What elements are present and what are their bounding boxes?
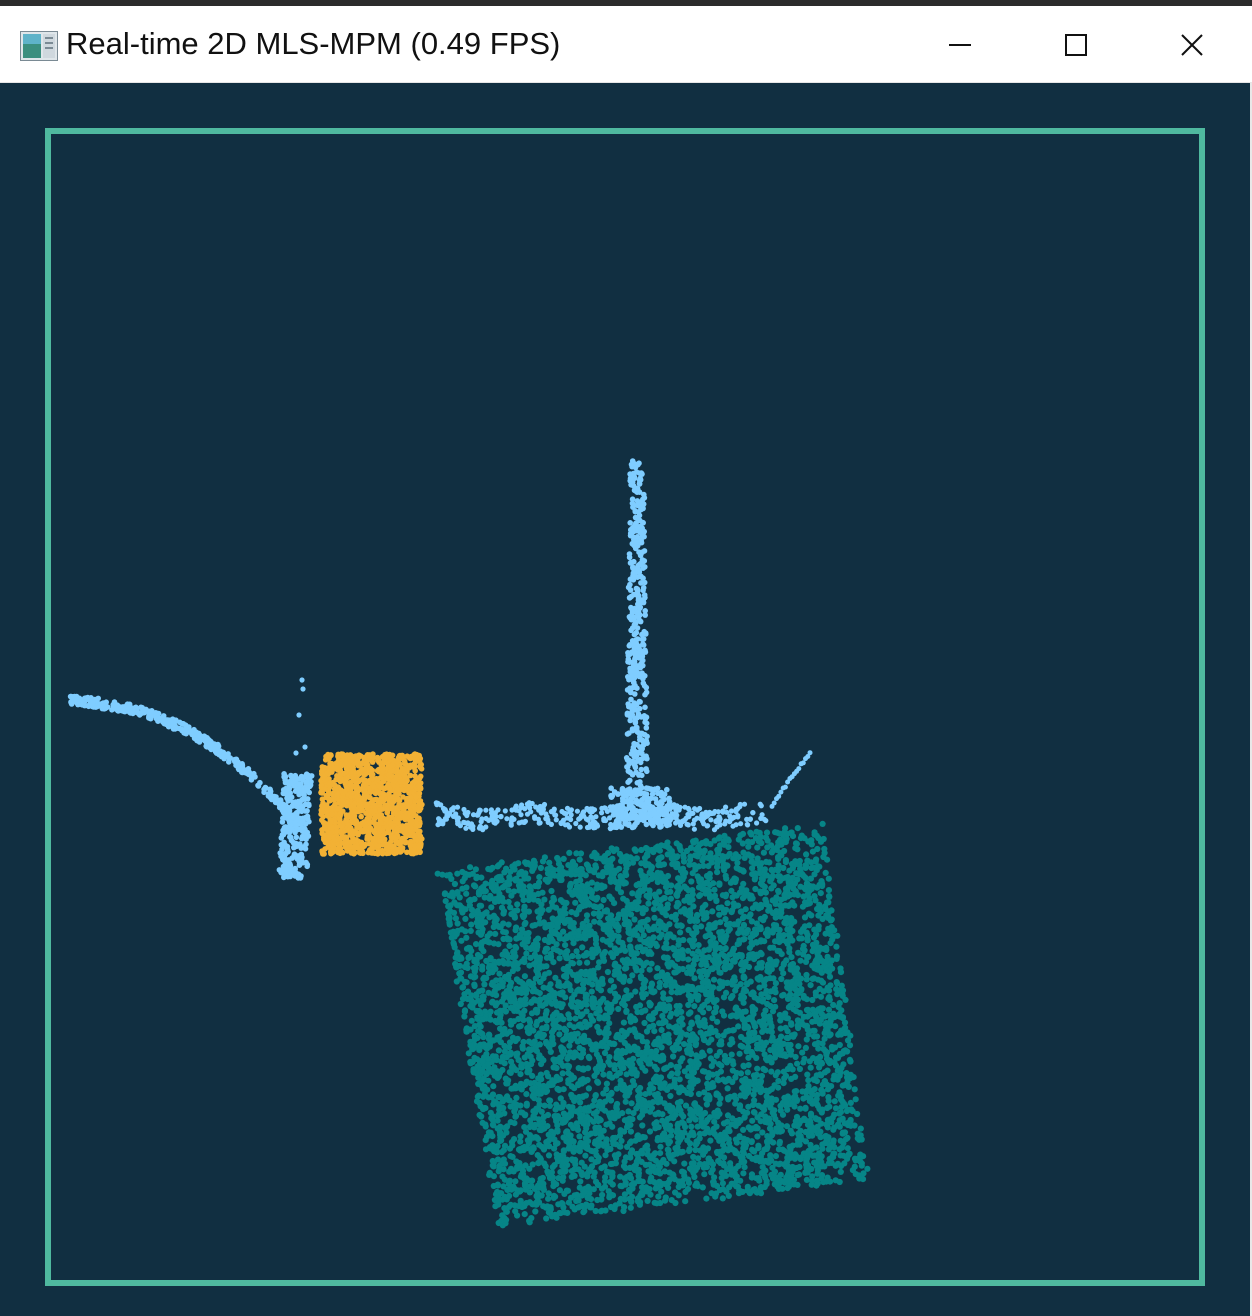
snow-particles xyxy=(318,751,425,857)
minimize-button[interactable] xyxy=(902,6,1018,83)
maximize-button[interactable] xyxy=(1018,6,1134,83)
title-bar[interactable]: Real-time 2D MLS-MPM (0.49 FPS) xyxy=(0,6,1252,83)
window-title: Real-time 2D MLS-MPM (0.49 FPS) xyxy=(66,26,561,61)
simulation-svg xyxy=(45,128,1205,1286)
elastic-particles xyxy=(434,820,871,1229)
minimize-icon xyxy=(949,43,971,46)
water-particles xyxy=(67,458,813,881)
app-window: Real-time 2D MLS-MPM (0.49 FPS) xyxy=(0,0,1252,1316)
particle-field xyxy=(67,458,871,1229)
close-icon xyxy=(1181,33,1203,56)
app-icon xyxy=(20,31,58,61)
close-button[interactable] xyxy=(1134,6,1250,83)
domain-boundary xyxy=(45,128,1205,1286)
simulation-canvas[interactable] xyxy=(0,83,1250,1316)
maximize-icon xyxy=(1065,33,1087,56)
